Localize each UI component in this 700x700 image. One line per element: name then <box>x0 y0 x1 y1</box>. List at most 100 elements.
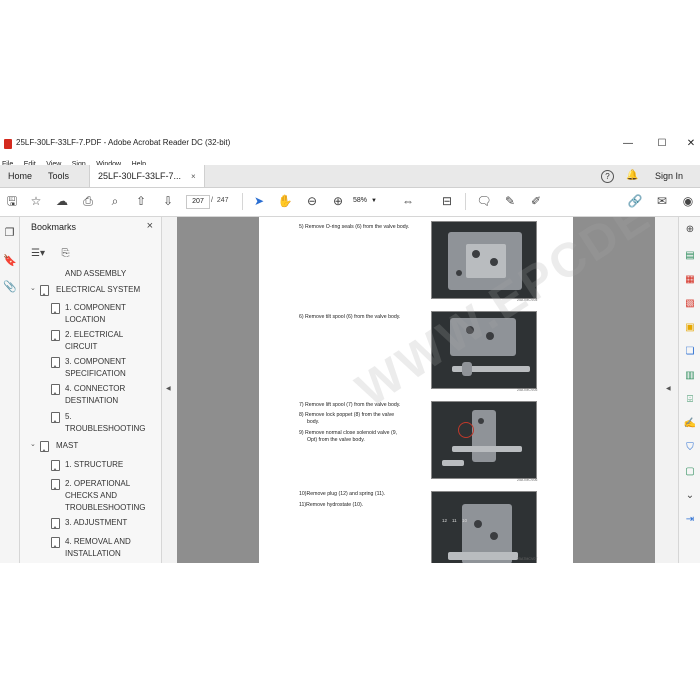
tab-close-icon[interactable]: × <box>191 172 196 181</box>
share-link-icon[interactable]: 🔗 <box>627 193 643 209</box>
tab-tools[interactable]: Tools <box>40 165 77 187</box>
bookmark-item-connector-destination[interactable]: 4. CONNECTOR DESTINATION <box>65 383 125 407</box>
collapse-chevron-icon[interactable]: ⌄ <box>30 440 36 448</box>
collapse-left-panel-icon[interactable]: ◀ <box>166 385 171 392</box>
bookmark-flag-icon <box>51 412 60 423</box>
create-pdf-icon[interactable]: ▦ <box>683 273 697 287</box>
bookmarks-panel-icon[interactable]: 🔖 <box>3 255 17 268</box>
bookmark-item-structure[interactable]: 1. STRUCTURE <box>65 459 123 471</box>
hydrostate-photo: 12 11 10 <box>431 491 537 563</box>
new-bookmark-icon[interactable]: ⎘ <box>61 248 69 259</box>
bookmark-flag-icon <box>51 537 60 548</box>
protect-shield-icon[interactable]: ⛉ <box>683 441 697 455</box>
chevron-down-icon[interactable]: ⌄ <box>683 489 697 503</box>
comment-icon[interactable]: 🗨 <box>476 193 492 209</box>
bookmarks-tools: ☰▾ ⎘ <box>31 243 161 261</box>
bookmark-item-and-assembly[interactable]: AND ASSEMBLY <box>65 268 126 280</box>
bookmark-item-component-location[interactable]: 1. COMPONENT LOCATION <box>65 302 126 326</box>
collapse-right-panel-icon[interactable]: ◀ <box>666 385 671 392</box>
maximize-button[interactable]: ☐ <box>647 135 677 153</box>
bookmark-flag-icon <box>51 518 60 529</box>
more-tools-icon[interactable]: ▢ <box>683 465 697 479</box>
bookmark-item-adjustment[interactable]: 3. ADJUSTMENT <box>65 517 127 529</box>
zoom-level-select[interactable]: 58% ▼ <box>353 195 385 207</box>
bookmark-item-troubleshooting[interactable]: 5. TROUBLESHOOTING <box>65 411 145 435</box>
chevron-down-icon: ▼ <box>371 198 377 204</box>
toolbar: 🖫 ☆ ☁ ⎙ ⌕ ⇧ ⇩ 207 / 247 ➤ ✋ ⊖ ⊕ 58% ▼ ⇔ ⊟… <box>0 188 700 217</box>
zoom-in-icon[interactable]: ⊕ <box>330 193 346 209</box>
highlight-pen-icon[interactable]: ✎ <box>502 193 518 209</box>
photo-label: 10 <box>462 518 468 523</box>
step-text: 9) Remove normal close solenoid valve (9… <box>299 430 398 436</box>
zoom-search-icon[interactable]: ⌕ <box>107 193 123 209</box>
bookmark-options-icon[interactable]: ☰▾ <box>31 248 45 259</box>
collapse-chevron-icon[interactable]: ⌄ <box>30 284 36 292</box>
bookmark-item-electrical-circuit[interactable]: 2. ELECTRICAL CIRCUIT <box>65 329 123 353</box>
menu-bar: File Edit View Sign Window Help <box>0 153 700 168</box>
combine-files-icon[interactable]: ❏ <box>683 345 697 359</box>
photo-caption: 25A7MCV06 <box>517 478 538 482</box>
document-view[interactable]: 5) Remove O-ring seals (6) from the valv… <box>177 217 655 563</box>
page-separator: / <box>211 197 213 204</box>
comment-tool-icon[interactable]: ▣ <box>683 321 697 335</box>
zoom-out-icon[interactable]: ⊖ <box>304 193 320 209</box>
attachments-icon[interactable]: 📎 <box>3 281 17 294</box>
step-text: 11)Remove hydrostate (10). <box>299 502 364 508</box>
previous-page-icon[interactable]: ⇧ <box>133 193 149 209</box>
title-bar: 25LF-30LF-33LF-7.PDF - Adobe Acrobat Rea… <box>0 135 700 153</box>
tab-bar: Home Tools 25LF-30LF-33LF-7... × ? 🔔 Sign… <box>0 165 700 188</box>
close-button[interactable]: ✕ <box>676 135 700 153</box>
tab-document[interactable]: 25LF-30LF-33LF-7... × <box>89 165 205 187</box>
account-icon[interactable]: ◉ <box>680 193 696 209</box>
bookmark-flag-icon <box>40 441 49 452</box>
acrobat-window: 25LF-30LF-33LF-7.PDF - Adobe Acrobat Rea… <box>0 135 700 563</box>
cloud-upload-icon[interactable]: ☁ <box>54 193 70 209</box>
step-text: 5) Remove O-ring seals (6) from the valv… <box>299 224 410 230</box>
bookmark-flag-icon <box>51 303 60 314</box>
scroll-mode-icon[interactable]: ⊟ <box>439 193 455 209</box>
sign-in-button[interactable]: Sign In <box>655 165 683 187</box>
bookmarks-close-icon[interactable]: × <box>147 220 153 232</box>
email-icon[interactable]: ✉ <box>654 193 670 209</box>
bookmark-flag-icon <box>51 460 60 471</box>
save-icon[interactable]: 🖫 <box>4 193 20 209</box>
step-text: 6) Remove tilt spool (6) from the valve … <box>299 314 401 320</box>
pdf-app-icon <box>4 139 12 149</box>
bookmark-item-electrical-system[interactable]: ELECTRICAL SYSTEM <box>56 284 140 296</box>
page-fit-icon[interactable]: ⇔ <box>400 193 416 209</box>
organize-pages-icon[interactable]: ▥ <box>683 369 697 383</box>
bookmarks-title: Bookmarks <box>31 222 77 232</box>
page-number-input[interactable]: 207 <box>186 195 210 209</box>
bookmark-item-component-specification[interactable]: 3. COMPONENT SPECIFICATION <box>65 356 126 380</box>
bookmark-item-removal-installation[interactable]: 4. REMOVAL AND INSTALLATION <box>65 536 131 560</box>
export-pdf-icon[interactable]: ▤ <box>683 249 697 263</box>
notifications-bell-icon[interactable]: 🔔 <box>626 165 638 187</box>
edit-pdf-icon[interactable]: ▧ <box>683 297 697 311</box>
zoom-level-value: 58% <box>353 197 368 204</box>
tools-rail: ⊕ ▤ ▦ ▧ ▣ ❏ ▥ ⌹ ✍ ⛉ ▢ ⌄ ⇥ <box>678 217 700 563</box>
fill-sign-icon[interactable]: ✐ <box>528 193 544 209</box>
next-page-icon[interactable]: ⇩ <box>160 193 176 209</box>
page-thumbnails-icon[interactable]: ❐ <box>3 227 16 240</box>
step-text: body. <box>307 419 320 425</box>
navigation-rail: ❐ 🔖 📎 <box>0 217 20 563</box>
expand-panel-icon[interactable]: ⇥ <box>683 513 697 527</box>
photo-label: 12 <box>442 518 448 523</box>
help-icon[interactable]: ? <box>601 165 614 187</box>
fill-sign-tool-icon[interactable]: ✍ <box>683 417 697 431</box>
bookmarks-panel: Bookmarks × ☰▾ ⎘ AND ASSEMBLY ⌄ ELECTRIC… <box>20 217 162 563</box>
lift-spool-photo <box>431 401 537 479</box>
search-zoom-icon[interactable]: ⊕ <box>683 223 697 237</box>
bookmark-item-mast[interactable]: MAST <box>56 440 78 452</box>
hand-tool-icon[interactable]: ✋ <box>277 193 293 209</box>
bookmark-item-operational-checks[interactable]: 2. OPERATIONAL CHECKS AND TROUBLESHOOTING <box>65 478 145 514</box>
toolbar-divider <box>242 193 243 210</box>
print-icon[interactable]: ⎙ <box>80 193 96 209</box>
minimize-button[interactable]: — <box>613 135 643 153</box>
tab-home[interactable]: Home <box>0 165 40 187</box>
bookmark-star-icon[interactable]: ☆ <box>28 193 44 209</box>
toolbar-divider <box>465 193 466 210</box>
compress-pdf-icon[interactable]: ⌹ <box>683 393 697 407</box>
photo-caption: 25A7MCV05 <box>517 388 538 392</box>
select-cursor-icon[interactable]: ➤ <box>251 193 267 209</box>
